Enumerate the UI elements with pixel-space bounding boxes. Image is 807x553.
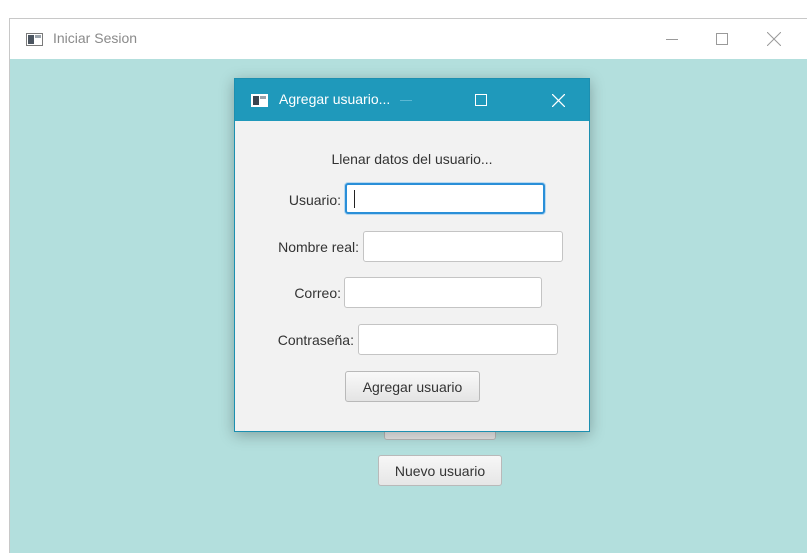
username-input[interactable] [345, 183, 545, 214]
maximize-button[interactable] [699, 19, 745, 59]
dialog-titlebar[interactable]: Agregar usuario... [235, 79, 589, 121]
add-user-button[interactable]: Agregar usuario [345, 371, 480, 402]
dialog-close-button[interactable] [535, 79, 581, 121]
email-label: Correo: [294, 285, 341, 301]
close-icon [551, 93, 565, 107]
close-button[interactable] [751, 19, 797, 59]
maximize-icon [475, 94, 487, 106]
real-name-input[interactable] [363, 231, 563, 262]
window-title: Iniciar Sesion [53, 30, 138, 46]
password-input[interactable] [358, 324, 558, 355]
dialog-minimize-button[interactable] [383, 79, 429, 121]
add-user-dialog: Agregar usuario... Llenar datos del usua… [234, 78, 590, 432]
minimize-icon [666, 39, 678, 40]
dialog-maximize-button[interactable] [458, 79, 504, 121]
close-icon [767, 32, 781, 46]
form-heading: Llenar datos del usuario... [331, 151, 493, 167]
main-titlebar[interactable]: Iniciar Sesion [10, 19, 807, 59]
password-label: Contraseña: [277, 332, 354, 348]
username-label: Usuario: [288, 192, 341, 208]
text-caret [354, 190, 355, 208]
minimize-button[interactable] [649, 19, 695, 59]
dialog-title: Agregar usuario... [279, 91, 391, 107]
app-icon [26, 33, 43, 46]
email-input[interactable] [344, 277, 542, 308]
app-icon [251, 94, 268, 107]
maximize-icon [716, 33, 728, 45]
new-user-button[interactable]: Nuevo usuario [378, 455, 502, 486]
minimize-icon [400, 100, 412, 101]
real-name-label: Nombre real: [278, 239, 359, 255]
